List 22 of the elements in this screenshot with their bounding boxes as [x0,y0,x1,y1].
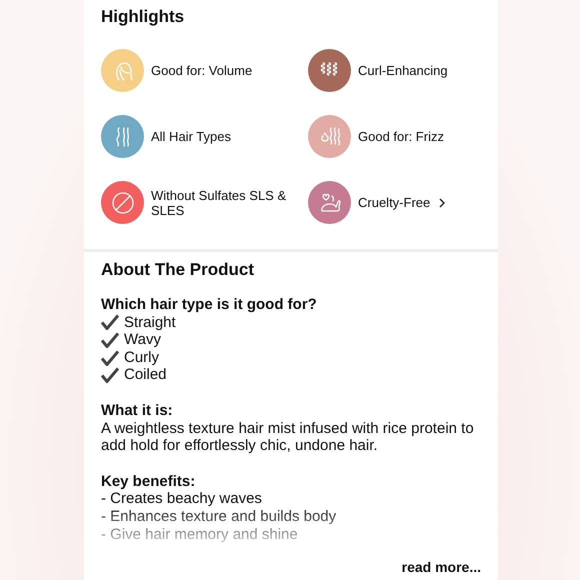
benefit-text: - Give hair memory and shine [101,526,299,544]
hair-type-label: Curly [124,348,160,366]
feature-link[interactable]: Cruelty-Free [358,195,446,210]
section-title: About The Product [101,260,255,280]
subheading: What it is: [101,402,174,420]
hair-type-label: Coiled [124,366,167,384]
subheading: Key benefits: [101,472,196,490]
description-text: A weightless texture hair mist infused with rice protein to add hold for effortlessly chic, undone hair. [101,420,475,455]
read-more-link[interactable]: read more... [402,559,481,577]
subheading: Which hair type is it good for? [101,296,318,314]
feature-label: Good for: Volume [151,63,252,78]
prohibited-icon [110,190,136,216]
feature-label: All Hair Types [151,129,231,144]
hair-type-label: Wavy [124,331,161,349]
feature-label: Without Sulfates SLS & SLES [151,188,288,218]
benefit-text: - Creates beachy waves [101,490,263,508]
feature-label: Good for: Frizz [358,129,444,144]
feature-label: Curl-Enhancing [358,63,448,78]
hair-type-label: Straight [124,314,176,332]
section-title: Highlights [101,7,186,27]
benefit-text: - Enhances texture and builds body [101,508,338,526]
chevron-right-icon [439,198,446,208]
